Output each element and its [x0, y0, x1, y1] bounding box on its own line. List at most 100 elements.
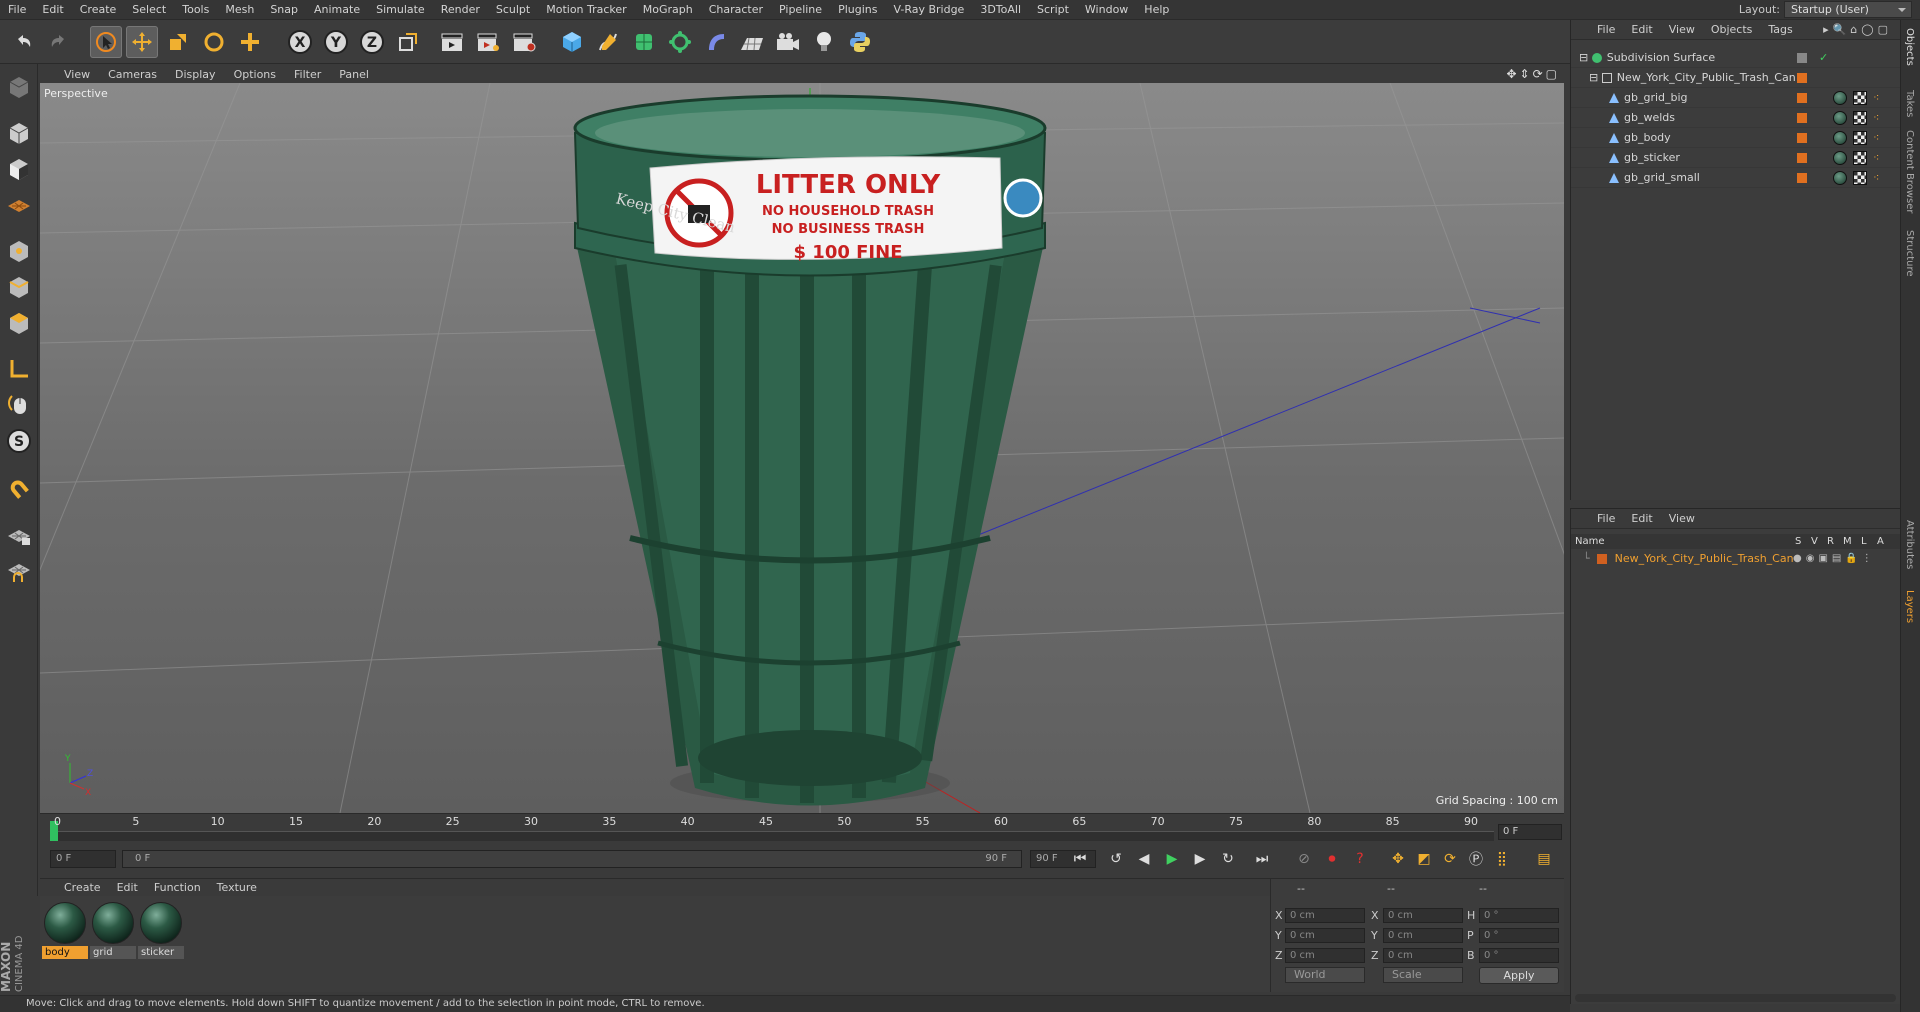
- last-tool[interactable]: [234, 26, 266, 58]
- layer-col-render[interactable]: R: [1827, 534, 1834, 549]
- viewport-menu-filter[interactable]: Filter: [285, 68, 330, 81]
- material-grid[interactable]: grid: [90, 900, 136, 959]
- object-row-gb-grid-small[interactable]: gb_grid_small ⁖: [1571, 168, 1900, 188]
- position-x-field[interactable]: 0 cm: [1285, 908, 1365, 923]
- make-editable-button[interactable]: [4, 72, 34, 102]
- layer-menu-edit[interactable]: Edit: [1623, 512, 1660, 525]
- menu-character[interactable]: Character: [701, 3, 771, 16]
- x-axis-toggle[interactable]: X: [284, 26, 316, 58]
- record-keys-button[interactable]: ⊘: [1292, 848, 1316, 870]
- layer-menu-view[interactable]: View: [1661, 512, 1703, 525]
- viewport-menu-view[interactable]: View: [40, 68, 99, 81]
- rotation-p-field[interactable]: 0 °: [1479, 928, 1559, 943]
- edit-render-settings-button[interactable]: [508, 26, 540, 58]
- render-view-button[interactable]: [436, 26, 468, 58]
- keyframe-selection-button[interactable]: ?: [1348, 848, 1372, 870]
- layer-col-manager[interactable]: M: [1843, 534, 1852, 549]
- layer-color-swatch[interactable]: [1597, 554, 1608, 564]
- object-manager-nav-icons[interactable]: ▸🔍⌂◯▢: [1823, 23, 1892, 36]
- undo-button[interactable]: [8, 26, 40, 58]
- uvw-tag-icon[interactable]: [1853, 151, 1867, 165]
- y-axis-toggle[interactable]: Y: [320, 26, 352, 58]
- size-y-field[interactable]: 0 cm: [1383, 928, 1463, 943]
- menu-3dtoall[interactable]: 3DToAll: [972, 3, 1029, 16]
- selection-tag-icon[interactable]: ⁖: [1873, 88, 1879, 108]
- material-tag-icon[interactable]: [1833, 111, 1847, 125]
- tab-takes[interactable]: Takes: [1904, 90, 1915, 117]
- viewport-menu-display[interactable]: Display: [166, 68, 225, 81]
- layer-col-locked[interactable]: L: [1861, 534, 1867, 549]
- layer-col-solo[interactable]: S: [1795, 534, 1801, 549]
- viewport-menu-options[interactable]: Options: [225, 68, 285, 81]
- layer-col-view[interactable]: V: [1811, 534, 1818, 549]
- position-z-field[interactable]: 0 cm: [1285, 948, 1365, 963]
- layer-toggles[interactable]: ●◉▣▤🔒⋮: [1793, 551, 1876, 567]
- material-tag-icon[interactable]: [1833, 131, 1847, 145]
- go-to-end-button[interactable]: ⏭: [1250, 848, 1274, 870]
- object-row-gb-welds[interactable]: gb_welds ⁖: [1571, 108, 1900, 128]
- material-menu-edit[interactable]: Edit: [109, 881, 146, 894]
- previous-key-button[interactable]: ↺: [1104, 848, 1128, 870]
- scale-tool[interactable]: [162, 26, 194, 58]
- menu-help[interactable]: Help: [1136, 3, 1177, 16]
- layer-color-swatch[interactable]: [1797, 93, 1807, 103]
- menu-motion-tracker[interactable]: Motion Tracker: [538, 3, 634, 16]
- material-menu-texture[interactable]: Texture: [209, 881, 265, 894]
- move-tool[interactable]: [126, 26, 158, 58]
- snapping-button[interactable]: S: [4, 426, 34, 456]
- material-body[interactable]: body: [42, 900, 88, 959]
- selection-tag-icon[interactable]: ⁖: [1873, 148, 1879, 168]
- menu-select[interactable]: Select: [124, 3, 174, 16]
- tweak-mode-button[interactable]: [4, 390, 34, 420]
- menu-simulate[interactable]: Simulate: [368, 3, 433, 16]
- menu-file[interactable]: File: [0, 3, 34, 16]
- subdivision-surface-button[interactable]: [628, 26, 660, 58]
- start-frame-field[interactable]: 0 F: [50, 850, 116, 868]
- axis-mode-button[interactable]: [4, 354, 34, 384]
- menu-window[interactable]: Window: [1077, 3, 1136, 16]
- live-selection-tool[interactable]: [90, 26, 122, 58]
- uvw-tag-icon[interactable]: [1853, 111, 1867, 125]
- layer-horizontal-scrollbar[interactable]: [1575, 994, 1896, 1002]
- selection-tag-icon[interactable]: ⁖: [1873, 128, 1879, 148]
- menu-snap[interactable]: Snap: [262, 3, 306, 16]
- layer-color-swatch[interactable]: [1797, 73, 1807, 83]
- autokey-button[interactable]: ⏺: [1320, 848, 1344, 870]
- viewport-nav-icons[interactable]: ✥⇕⟳▢: [1506, 67, 1560, 81]
- material-sticker[interactable]: sticker: [138, 900, 184, 959]
- material-tag-icon[interactable]: [1833, 151, 1847, 165]
- tab-attributes[interactable]: Attributes: [1904, 520, 1915, 569]
- menu-pipeline[interactable]: Pipeline: [771, 3, 830, 16]
- key-scale-button[interactable]: ◩: [1412, 848, 1436, 870]
- pen-spline-button[interactable]: [592, 26, 624, 58]
- material-tag-icon[interactable]: [1833, 171, 1847, 185]
- redo-button[interactable]: [42, 26, 74, 58]
- polygons-mode-button[interactable]: [4, 308, 34, 338]
- layer-menu-file[interactable]: File: [1589, 512, 1623, 525]
- perspective-viewport[interactable]: LITTER ONLY NO HOUSEHOLD TRASH NO BUSINE…: [40, 83, 1564, 813]
- points-mode-button[interactable]: [4, 236, 34, 266]
- tab-layers[interactable]: Layers: [1904, 590, 1915, 623]
- expand-icon[interactable]: ⊟: [1571, 51, 1588, 64]
- tab-content-browser[interactable]: Content Browser: [1904, 130, 1915, 213]
- layer-name[interactable]: New_York_City_Public_Trash_Can: [1615, 552, 1794, 565]
- tab-objects[interactable]: Objects: [1904, 28, 1915, 66]
- z-axis-toggle[interactable]: Z: [356, 26, 388, 58]
- apply-button[interactable]: Apply: [1479, 967, 1559, 984]
- object-menu-view[interactable]: View: [1661, 23, 1703, 36]
- rotation-b-field[interactable]: 0 °: [1479, 948, 1559, 963]
- layout-dropdown[interactable]: Startup (User): [1784, 1, 1912, 18]
- key-rotation-button[interactable]: ⟳: [1438, 848, 1462, 870]
- timeline-window-button[interactable]: ▤: [1532, 848, 1556, 870]
- timeline-ruler[interactable]: 0 5 10 15 20 25 30 35 40 45 50 55 60 65 70 75 80 85 90 0 F: [40, 813, 1564, 843]
- next-key-button[interactable]: ↻: [1216, 848, 1240, 870]
- layer-col-animation[interactable]: A: [1877, 534, 1884, 549]
- uvw-tag-icon[interactable]: [1853, 91, 1867, 105]
- camera-button[interactable]: [772, 26, 804, 58]
- selection-tag-icon[interactable]: ⁖: [1873, 168, 1879, 188]
- workplane-mode-button[interactable]: [4, 190, 34, 220]
- expand-icon[interactable]: ⊟: [1571, 71, 1598, 84]
- size-mode-dropdown[interactable]: Scale: [1383, 967, 1463, 983]
- object-menu-edit[interactable]: Edit: [1623, 23, 1660, 36]
- layer-color-swatch[interactable]: [1797, 173, 1807, 183]
